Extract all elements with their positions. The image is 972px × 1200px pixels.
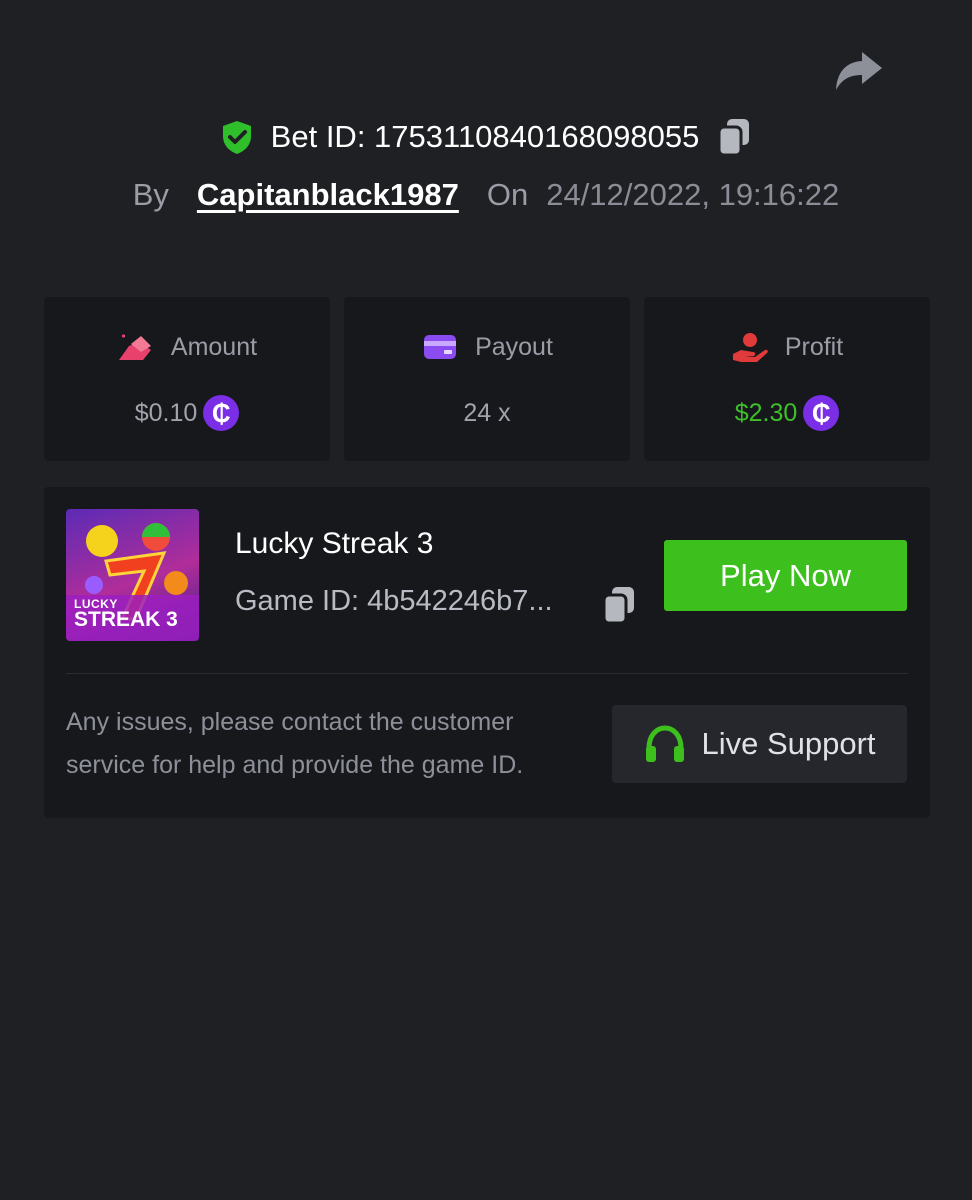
game-title: Lucky Streak 3 xyxy=(235,527,434,560)
amount-card: Amount $0.10 ₵ xyxy=(44,297,330,461)
profit-hand-icon xyxy=(732,333,768,362)
bet-stats: Amount $0.10 ₵ Payout 24 x Profit $2.30 … xyxy=(44,297,930,461)
coin-icon: ₵ xyxy=(203,395,240,431)
on-label: On xyxy=(486,177,529,212)
game-id: Game ID: 4b542246b7... xyxy=(235,585,553,617)
bet-id-row: Bet ID: 1753110840168098055 xyxy=(0,112,972,162)
game-thumbnail[interactable]: LUCKY STREAK 3 xyxy=(66,509,199,641)
bet-id-text: Bet ID: 1753110840168098055 xyxy=(270,119,700,154)
amount-value: $0.10 xyxy=(134,398,198,427)
profit-label: Profit xyxy=(784,332,844,361)
headset-icon xyxy=(646,725,685,762)
live-support-button[interactable]: Live Support xyxy=(612,705,907,783)
game-card: LUCKY STREAK 3 Lucky Streak 3 Game ID: 4… xyxy=(44,487,930,818)
amount-label: Amount xyxy=(170,332,258,361)
payout-card: Payout 24 x xyxy=(344,297,630,461)
profit-card: Profit $2.30 ₵ xyxy=(644,297,930,461)
bet-hand-icon xyxy=(118,334,151,360)
wallet-card-icon xyxy=(424,335,457,359)
thumb-text-bottom: STREAK 3 xyxy=(74,608,178,631)
play-now-button[interactable]: Play Now xyxy=(664,540,907,611)
bet-datetime: 24/12/2022, 19:16:22 xyxy=(546,177,840,212)
copy-game-id-icon[interactable] xyxy=(600,585,638,625)
live-support-label: Live Support xyxy=(701,726,876,761)
verified-shield-icon xyxy=(222,121,251,154)
support-help-text: Any issues, please contact the customer … xyxy=(66,708,524,779)
coin-icon: ₵ xyxy=(803,395,840,431)
share-icon[interactable] xyxy=(832,50,884,94)
username-link[interactable]: Capitanblack1987 xyxy=(197,177,459,213)
bet-author-row: By Capitanblack1987 On 24/12/2022, 19:16… xyxy=(0,172,972,218)
payout-label: Payout xyxy=(475,332,553,361)
divider xyxy=(66,673,908,674)
payout-value: 24 x xyxy=(463,398,511,427)
profit-value: $2.30 xyxy=(734,398,798,427)
copy-bet-id-icon[interactable] xyxy=(715,117,753,157)
by-label: By xyxy=(132,177,169,212)
